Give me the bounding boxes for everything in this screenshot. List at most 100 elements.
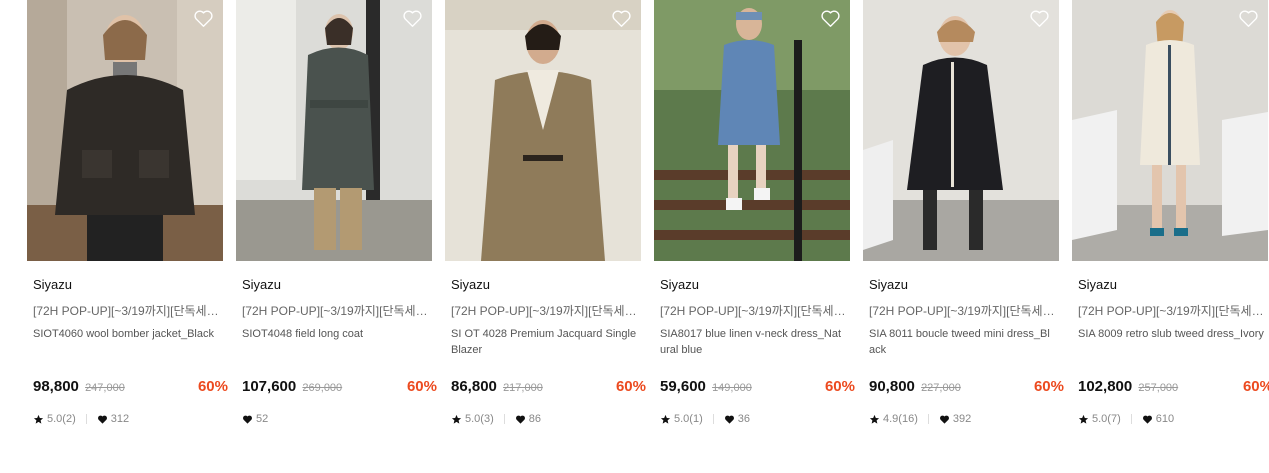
wishlist-heart-icon[interactable] bbox=[193, 9, 214, 28]
product-image[interactable] bbox=[654, 0, 850, 261]
star-icon bbox=[1078, 414, 1089, 425]
wishlist-heart-icon[interactable] bbox=[820, 9, 841, 28]
original-price: 149,000 bbox=[712, 382, 752, 394]
heart-icon bbox=[1142, 414, 1153, 425]
sale-price: 107,600 bbox=[242, 378, 297, 395]
rating-value: 4.9(16) bbox=[883, 413, 918, 425]
heart-icon bbox=[515, 414, 526, 425]
price-row: 59,600 149,000 bbox=[660, 378, 752, 395]
price-row: 90,800 227,000 bbox=[869, 378, 961, 395]
likes-count: 52 bbox=[256, 413, 269, 425]
divider bbox=[1130, 414, 1132, 424]
star-icon bbox=[451, 414, 462, 425]
brand-name[interactable]: Siyazu bbox=[242, 277, 281, 292]
rating-value: 5.0(2) bbox=[47, 413, 76, 425]
rating: 4.9(16) bbox=[869, 413, 918, 425]
product-name[interactable]: SIA 8011 boucle tweed mini dress_Black bbox=[869, 326, 1055, 358]
wishlist-heart-icon[interactable] bbox=[611, 9, 632, 28]
product-card[interactable]: Siyazu [72H POP-UP][~3/19까지][단독세일] SIA 8… bbox=[1072, 0, 1269, 425]
promo-text: [72H POP-UP][~3/19까지][단독세일] bbox=[660, 304, 846, 318]
price-row: 98,800 247,000 bbox=[33, 378, 125, 395]
sale-price: 90,800 bbox=[869, 378, 915, 395]
product-image[interactable] bbox=[236, 0, 432, 261]
divider bbox=[927, 414, 929, 424]
star-icon bbox=[869, 414, 880, 425]
sale-price: 102,800 bbox=[1078, 378, 1133, 395]
product-meta: 52 bbox=[242, 413, 268, 425]
promo-text: [72H POP-UP][~3/19까지][단독세일] bbox=[451, 304, 637, 318]
promo-text: [72H POP-UP][~3/19까지][단독세일... bbox=[33, 304, 219, 318]
original-price: 227,000 bbox=[921, 382, 961, 394]
discount-rate: 60% bbox=[1033, 378, 1064, 395]
rating: 5.0(7) bbox=[1078, 413, 1121, 425]
likes-count: 610 bbox=[1155, 413, 1175, 425]
likes-count: 86 bbox=[528, 413, 541, 425]
discount-rate: 60% bbox=[406, 378, 437, 395]
likes: 52 bbox=[242, 413, 268, 425]
likes-count: 392 bbox=[952, 413, 972, 425]
brand-name[interactable]: Siyazu bbox=[869, 277, 908, 292]
brand-name[interactable]: Siyazu bbox=[33, 277, 72, 292]
product-meta: 5.0(3) 86 bbox=[451, 413, 541, 425]
heart-icon bbox=[939, 414, 950, 425]
product-photo bbox=[654, 0, 850, 261]
rating: 5.0(1) bbox=[660, 413, 703, 425]
original-price: 247,000 bbox=[85, 382, 125, 394]
product-card[interactable]: Siyazu [72H POP-UP][~3/19까지][단독세일] SI OT… bbox=[445, 0, 646, 425]
original-price: 257,000 bbox=[1138, 382, 1179, 394]
likes: 392 bbox=[939, 413, 971, 425]
product-photo bbox=[445, 0, 641, 261]
product-card[interactable]: Siyazu [72H POP-UP][~3/19까지][단독세일... SIO… bbox=[27, 0, 228, 425]
product-photo bbox=[1072, 0, 1268, 261]
likes: 86 bbox=[515, 413, 541, 425]
likes: 610 bbox=[1142, 413, 1174, 425]
product-grid: Siyazu [72H POP-UP][~3/19까지][단독세일... SIO… bbox=[0, 0, 1269, 473]
rating: 5.0(3) bbox=[451, 413, 494, 425]
product-name[interactable]: SI OT 4028 Premium Jacquard Single Blaze… bbox=[451, 326, 637, 358]
product-card[interactable]: Siyazu [72H POP-UP][~3/19까지][단독세일... SIO… bbox=[236, 0, 437, 425]
product-photo bbox=[236, 0, 432, 261]
brand-name[interactable]: Siyazu bbox=[451, 277, 490, 292]
sale-price: 86,800 bbox=[451, 378, 497, 395]
product-photo bbox=[863, 0, 1059, 261]
brand-name[interactable]: Siyazu bbox=[1078, 277, 1117, 292]
product-image[interactable] bbox=[1072, 0, 1268, 261]
product-image[interactable] bbox=[863, 0, 1059, 261]
divider bbox=[503, 414, 505, 424]
product-card[interactable]: Siyazu [72H POP-UP][~3/19까지][단독세일] SIA80… bbox=[654, 0, 855, 425]
divider bbox=[712, 414, 714, 424]
product-meta: 4.9(16) 392 bbox=[869, 413, 971, 425]
original-price: 217,000 bbox=[503, 382, 543, 394]
likes: 312 bbox=[97, 413, 129, 425]
product-name[interactable]: SIA 8009 retro slub tweed dress_Ivory bbox=[1078, 326, 1264, 342]
price-row: 107,600 269,000 bbox=[242, 378, 342, 395]
sale-price: 98,800 bbox=[33, 378, 79, 395]
promo-text: [72H POP-UP][~3/19까지][단독세일] bbox=[869, 304, 1055, 318]
rating-value: 5.0(1) bbox=[674, 413, 703, 425]
product-meta: 5.0(1) 36 bbox=[660, 413, 750, 425]
product-name[interactable]: SIOT4048 field long coat bbox=[242, 326, 428, 342]
promo-text: [72H POP-UP][~3/19까지][단독세일... bbox=[242, 304, 428, 318]
wishlist-heart-icon[interactable] bbox=[1029, 9, 1050, 28]
wishlist-heart-icon[interactable] bbox=[402, 9, 423, 28]
discount-rate: 60% bbox=[824, 378, 855, 395]
sale-price: 59,600 bbox=[660, 378, 706, 395]
rating: 5.0(2) bbox=[33, 413, 76, 425]
product-image[interactable] bbox=[445, 0, 641, 261]
star-icon bbox=[660, 414, 671, 425]
price-row: 102,800 257,000 bbox=[1078, 378, 1178, 395]
product-name[interactable]: SIOT4060 wool bomber jacket_Black bbox=[33, 326, 219, 342]
product-name[interactable]: SIA8017 blue linen v-neck dress_Natural … bbox=[660, 326, 846, 358]
brand-name[interactable]: Siyazu bbox=[660, 277, 699, 292]
discount-rate: 60% bbox=[197, 378, 228, 395]
original-price: 269,000 bbox=[302, 382, 343, 394]
promo-text: [72H POP-UP][~3/19까지][단독세일] bbox=[1078, 304, 1264, 318]
discount-rate: 60% bbox=[615, 378, 646, 395]
product-photo bbox=[27, 0, 223, 261]
wishlist-heart-icon[interactable] bbox=[1238, 9, 1259, 28]
product-image[interactable] bbox=[27, 0, 223, 261]
divider bbox=[85, 414, 87, 424]
product-card[interactable]: Siyazu [72H POP-UP][~3/19까지][단독세일] SIA 8… bbox=[863, 0, 1064, 425]
product-meta: 5.0(2) 312 bbox=[33, 413, 129, 425]
likes: 36 bbox=[724, 413, 750, 425]
